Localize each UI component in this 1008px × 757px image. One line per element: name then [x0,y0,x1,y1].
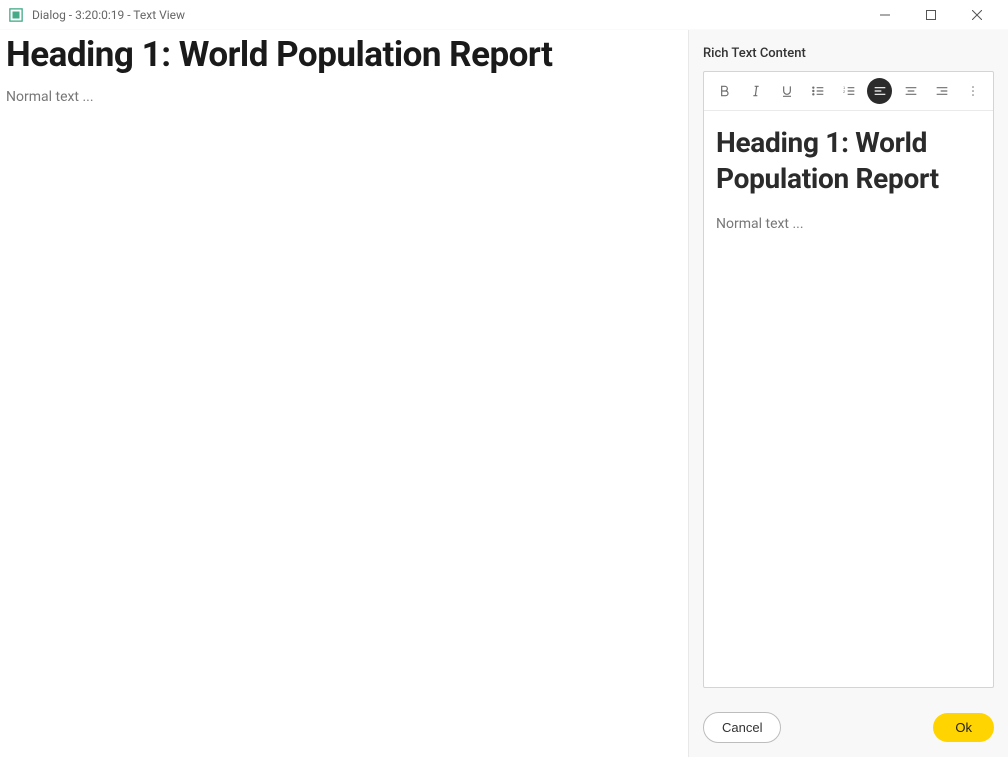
editor-heading: Heading 1: World Population Report [716,125,981,198]
dialog-buttons: Cancel Ok [703,688,994,743]
close-button[interactable] [954,0,1000,30]
app-icon [8,7,24,23]
minimize-button[interactable] [862,0,908,30]
preview-pane: Heading 1: World Population Report Norma… [0,30,689,757]
preview-text: Normal text ... [6,89,682,105]
editor-pane: Rich Text Content 12 [689,30,1008,757]
window-title: Dialog - 3:20:0:19 - Text View [32,8,862,22]
bold-button[interactable] [712,78,737,104]
editor-toolbar: 12 [704,72,993,111]
ok-button[interactable]: Ok [933,713,994,742]
main-area: Heading 1: World Population Report Norma… [0,30,1008,757]
cancel-button[interactable]: Cancel [703,712,781,743]
editor-text: Normal text ... [716,216,981,232]
more-options-button[interactable] [960,78,985,104]
editor-content-area[interactable]: Heading 1: World Population Report Norma… [704,111,993,687]
align-left-button[interactable] [867,78,892,104]
editor-label: Rich Text Content [703,46,994,61]
underline-button[interactable] [774,78,799,104]
numbered-list-button[interactable]: 12 [836,78,861,104]
align-center-button[interactable] [898,78,923,104]
bullet-list-button[interactable] [805,78,830,104]
rich-text-editor: 12 Heading 1: World Population Report No… [703,71,994,688]
preview-heading: Heading 1: World Population Report [6,36,682,75]
svg-text:2: 2 [843,89,846,94]
window-controls [862,0,1000,30]
align-right-button[interactable] [929,78,954,104]
titlebar: Dialog - 3:20:0:19 - Text View [0,0,1008,30]
maximize-button[interactable] [908,0,954,30]
italic-button[interactable] [743,78,768,104]
